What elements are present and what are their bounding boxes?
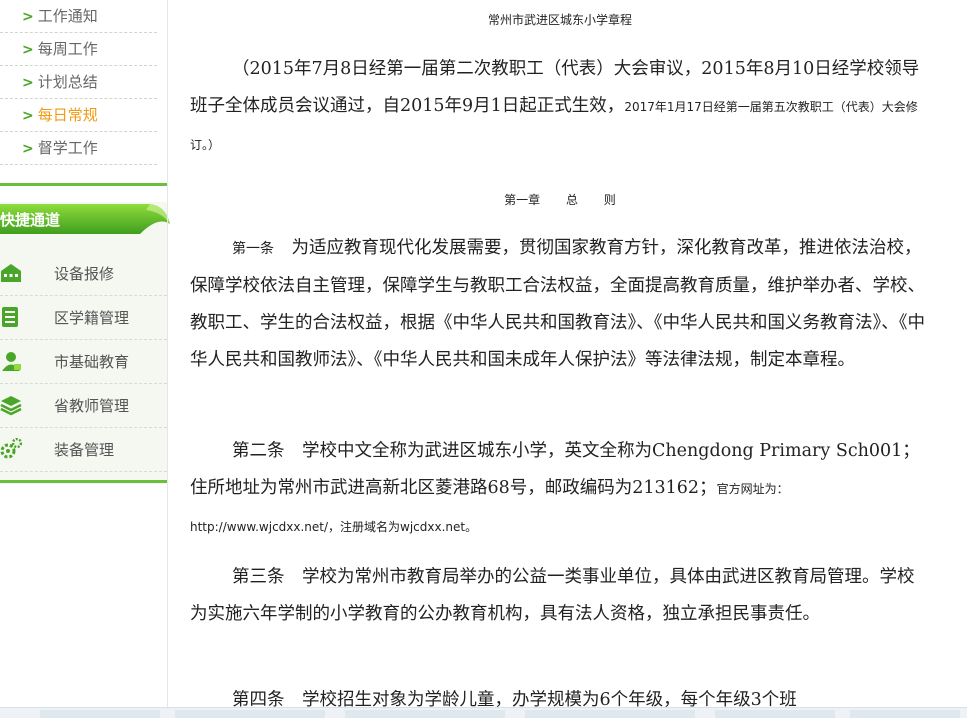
quick-item-label: 省教师管理 bbox=[54, 397, 130, 415]
quick-item-basic-education[interactable]: 市基础教育 bbox=[0, 340, 167, 384]
chevron-right-icon: > bbox=[22, 75, 34, 91]
teacher-icon bbox=[2, 352, 21, 371]
nav-item-label: 每周工作 bbox=[37, 40, 98, 58]
quick-item-label: 市基础教育 bbox=[54, 353, 130, 371]
article-3-text: 第三条 学校为常州市教育局举办的公益一类事业单位，具体由武进区教育局管理。学校为… bbox=[190, 567, 915, 624]
quick-access-panel: 快捷通道 设备报修 区学籍管理 市基础教育 省教师管理 装备管理 bbox=[0, 202, 170, 484]
article-2: 第二条 学校中文全称为武进区城东小学，英文全称为Chengdong Primar… bbox=[190, 433, 927, 546]
quick-item-student-records[interactable]: 区学籍管理 bbox=[0, 296, 167, 340]
nav-item-plan-summary[interactable]: > 计划总结 bbox=[0, 66, 157, 99]
quick-item-label: 区学籍管理 bbox=[54, 309, 130, 327]
nav-item-daily-routine[interactable]: > 每日常规 bbox=[0, 99, 157, 132]
sidebar-divider bbox=[0, 183, 167, 186]
quick-access-title: 快捷通道 bbox=[0, 211, 61, 229]
quick-item-label: 设备报修 bbox=[54, 265, 115, 283]
quick-item-teacher-management[interactable]: 省教师管理 bbox=[0, 384, 167, 428]
building-icon bbox=[1, 264, 21, 282]
layers-icon bbox=[0, 396, 22, 416]
document-list-icon bbox=[2, 307, 18, 327]
nav-item-label: 每日常规 bbox=[37, 106, 98, 124]
quick-item-equipment[interactable]: 装备管理 bbox=[0, 428, 167, 472]
nav-item-supervision[interactable]: > 督学工作 bbox=[0, 132, 157, 165]
chapter-heading: 第一章 总 则 bbox=[504, 193, 616, 207]
chevron-right-icon: > bbox=[22, 9, 34, 25]
sidebar: >工作通知 >每周工作 >计划总结 >每日常规 >督学工作 快捷通道 bbox=[0, 0, 170, 717]
chevron-right-icon: > bbox=[22, 141, 34, 157]
gears-icon bbox=[0, 438, 22, 459]
article-1: 第一条 为适应教育现代化发展需要，贯彻国家教育方针，深化教育改革，推进依法治校，… bbox=[190, 230, 927, 379]
sidebar-bottom-divider bbox=[0, 480, 167, 483]
bottom-link-bar bbox=[0, 707, 967, 718]
article-3: 第三条 学校为常州市教育局举办的公益一类事业单位，具体由武进区教育局管理。学校为… bbox=[190, 559, 927, 633]
quick-item-repair[interactable]: 设备报修 bbox=[0, 252, 167, 296]
quick-item-label: 装备管理 bbox=[54, 441, 115, 459]
nav-item-weekly-work[interactable]: > 每周工作 bbox=[0, 33, 157, 66]
document-title: 常州市武进区城东小学章程 bbox=[487, 13, 632, 27]
quick-access-list: 设备报修 区学籍管理 市基础教育 省教师管理 装备管理 bbox=[0, 252, 167, 472]
article-2-text: 第二条 学校中文全称为武进区城东小学，英文全称为Chengdong Primar… bbox=[190, 441, 920, 498]
chevron-right-icon: > bbox=[22, 42, 34, 58]
column-divider bbox=[167, 0, 168, 717]
nav-item-label: 督学工作 bbox=[37, 139, 98, 157]
sidebar-nav: > 工作通知 > 每周工作 > 计划总结 > 每日常规 > 督学工作 bbox=[0, 0, 157, 165]
article-1-text: 为适应教育现代化发展需要，贯彻国家教育方针，深化教育改革，推进依法治校，保障学校… bbox=[190, 238, 925, 370]
article-1-label: 第一条 bbox=[232, 241, 274, 257]
nav-item-work-notice[interactable]: > 工作通知 bbox=[0, 0, 157, 33]
chevron-right-icon: > bbox=[22, 108, 34, 124]
intro-paragraph: （2015年7月8日经第一届第二次教职工（代表）大会审议，2015年8月10日经… bbox=[190, 51, 927, 164]
nav-item-label: 工作通知 bbox=[37, 7, 98, 25]
nav-item-label: 计划总结 bbox=[37, 73, 98, 91]
